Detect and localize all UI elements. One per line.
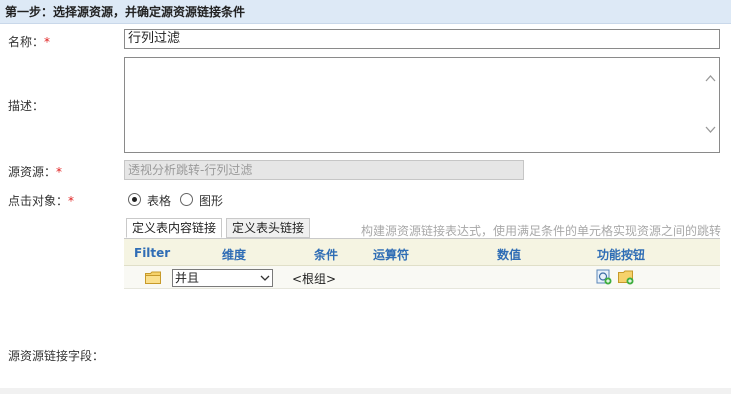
required-mark: * <box>68 194 75 208</box>
required-mark: * <box>44 35 51 49</box>
tab-content-link[interactable]: 定义表内容链接 <box>126 218 223 238</box>
link-field-label: 源资源链接字段： <box>8 349 105 363</box>
grid-header: Filter 维度 条件 运算符 数值 功能按钮 <box>124 239 720 266</box>
source-resource-field: 透视分析跳转-行列过滤 <box>124 160 524 180</box>
step-header: 第一步：选择源资源，并确定源资源链接条件 <box>0 0 731 24</box>
col-operator: 运算符 <box>373 248 410 262</box>
folder-icon[interactable] <box>145 271 161 284</box>
add-condition-icon[interactable] <box>596 269 612 285</box>
chevron-down-icon <box>260 275 270 281</box>
scroll-up-icon[interactable] <box>705 73 716 84</box>
name-input[interactable]: 行列过滤 <box>124 29 720 49</box>
desc-label: 描述： <box>8 99 45 113</box>
table-row: 并且 <根组> <box>124 266 720 289</box>
col-condition: 条件 <box>314 248 339 262</box>
radio-chart-label[interactable]: 图形 <box>199 192 223 209</box>
logic-select[interactable]: 并且 <box>172 269 273 287</box>
logic-select-value: 并且 <box>175 271 200 285</box>
description-textarea[interactable] <box>124 57 720 153</box>
tab-header-link[interactable]: 定义表头链接 <box>226 218 311 238</box>
condition-grid: Filter 维度 条件 运算符 数值 功能按钮 并且 <根组> <box>124 238 720 388</box>
add-group-icon[interactable] <box>618 269 634 285</box>
description-scrollbar[interactable] <box>702 58 719 152</box>
source-label-text: 源资源： <box>8 165 57 179</box>
name-label: 名称：* <box>8 33 50 50</box>
scroll-down-icon[interactable] <box>705 124 716 135</box>
click-target-label: 点击对象：* <box>8 192 74 209</box>
root-group-label: <根组> <box>292 272 337 286</box>
radio-chart[interactable] <box>180 193 193 206</box>
col-value: 数值 <box>497 248 522 262</box>
name-label-text: 名称： <box>8 35 45 49</box>
source-label: 源资源：* <box>8 163 62 180</box>
col-dimension: 维度 <box>222 248 247 262</box>
radio-table-label[interactable]: 表格 <box>147 192 171 209</box>
bottom-strip <box>0 388 731 394</box>
col-filter: Filter <box>134 246 171 260</box>
click-target-label-text: 点击对象： <box>8 194 69 208</box>
hint-text: 构建源资源链接表达式，使用满足条件的单元格实现资源之间的跳转 <box>361 224 722 238</box>
col-actions: 功能按钮 <box>597 248 646 262</box>
radio-table[interactable] <box>128 193 141 206</box>
required-mark: * <box>56 165 63 179</box>
